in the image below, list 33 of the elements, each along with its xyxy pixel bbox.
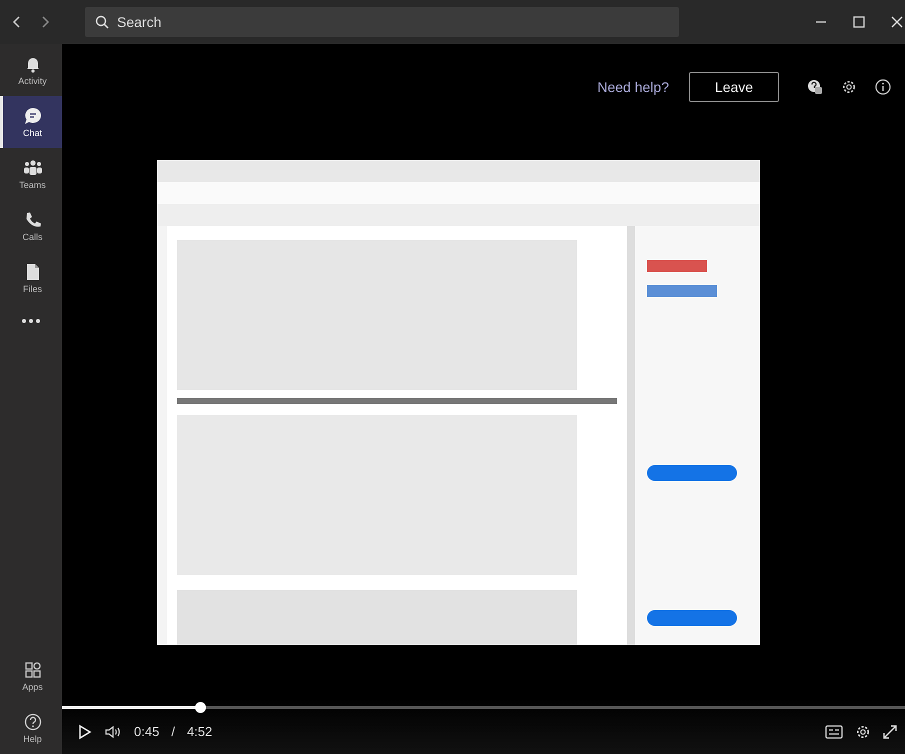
settings-icon[interactable] [841, 79, 857, 95]
volume-icon[interactable] [104, 724, 122, 740]
sidebar-item[interactable]: Activity [0, 44, 62, 96]
help-chat-icon[interactable] [807, 79, 823, 95]
file-icon [24, 262, 40, 280]
sidebar-item[interactable]: Teams [0, 148, 62, 200]
close-icon[interactable] [891, 16, 903, 28]
sidebar-item[interactable]: Chat [0, 96, 62, 148]
fullscreen-icon[interactable] [883, 724, 897, 738]
info-icon[interactable] [875, 79, 891, 95]
captions-icon[interactable] [825, 724, 843, 738]
more-icon[interactable] [21, 318, 41, 324]
time-separator: / [171, 724, 175, 739]
maximize-icon[interactable] [853, 16, 865, 28]
help-icon [24, 712, 42, 730]
people-icon [22, 158, 42, 176]
sidebar-item[interactable]: Apps [0, 650, 62, 702]
sidebar-item[interactable]: Calls [0, 200, 62, 252]
settings-icon[interactable] [855, 724, 871, 740]
duration: 4:52 [186, 724, 212, 739]
back-icon[interactable] [12, 15, 22, 29]
search-field[interactable]: Search [85, 7, 679, 37]
sidebar-item[interactable]: Help [0, 702, 62, 754]
progress-handle[interactable] [195, 702, 206, 713]
leave-button[interactable]: Leave [689, 72, 779, 102]
phone-icon [24, 210, 42, 228]
chat-icon [24, 106, 42, 124]
current-time: 0:45 [134, 724, 160, 739]
apps-icon [24, 660, 42, 678]
forward-icon[interactable] [40, 15, 50, 29]
help-link[interactable]: Need help? [597, 79, 669, 95]
sidebar-item[interactable]: Files [0, 252, 62, 304]
play-icon[interactable] [78, 724, 92, 740]
